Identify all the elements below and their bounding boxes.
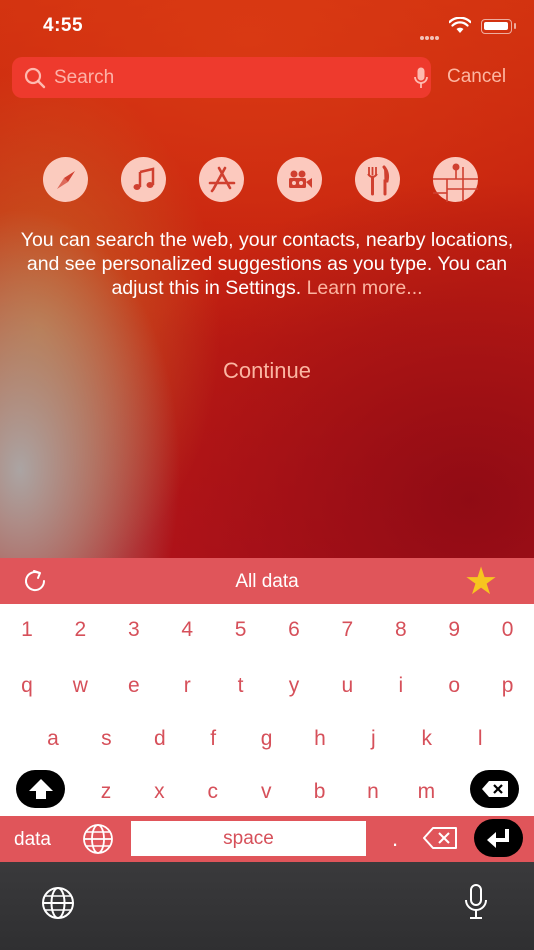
key-x[interactable]: x <box>139 780 179 804</box>
status-time: 4:55 <box>43 15 84 36</box>
microphone-icon[interactable] <box>414 67 428 89</box>
restaurant-icon[interactable] <box>355 157 400 202</box>
cellular-dots-icon <box>420 27 442 40</box>
return-arrow-icon <box>486 829 509 848</box>
key-g[interactable]: g <box>247 727 287 751</box>
key-r[interactable]: r <box>167 674 207 698</box>
key-d[interactable]: d <box>140 727 180 751</box>
delete-key-icon[interactable] <box>423 827 457 849</box>
key-9[interactable]: 9 <box>434 618 474 642</box>
search-icon <box>24 67 46 89</box>
space-key[interactable]: space <box>131 821 366 856</box>
key-8[interactable]: 8 <box>381 618 421 642</box>
status-bar: 4:55 <box>0 0 534 52</box>
return-key[interactable] <box>474 819 523 857</box>
keyboard-toolbar: All data ★ <box>0 558 534 604</box>
key-n[interactable]: n <box>353 780 393 804</box>
category-icons <box>43 157 493 203</box>
learn-more-link[interactable]: Learn more... <box>307 277 423 299</box>
search-input[interactable] <box>54 57 394 98</box>
key-a[interactable]: a <box>33 727 73 751</box>
key-5[interactable]: 5 <box>221 618 261 642</box>
key-u[interactable]: u <box>327 674 367 698</box>
key-e[interactable]: e <box>114 674 154 698</box>
star-icon[interactable]: ★ <box>464 563 498 601</box>
data-key[interactable]: data <box>14 829 51 851</box>
key-6[interactable]: 6 <box>274 618 314 642</box>
wifi-icon <box>449 17 471 33</box>
key-z[interactable]: z <box>86 780 126 804</box>
key-0[interactable]: 0 <box>488 618 528 642</box>
key-l[interactable]: l <box>460 727 500 751</box>
key-2[interactable]: 2 <box>60 618 100 642</box>
key-k[interactable]: k <box>407 727 447 751</box>
search-bar[interactable] <box>12 57 431 98</box>
intro-text: You can search the web, your contacts, n… <box>20 228 514 300</box>
key-v[interactable]: v <box>246 780 286 804</box>
keyboard-bottom-row: data space . <box>0 816 534 862</box>
key-1[interactable]: 1 <box>7 618 47 642</box>
battery-icon <box>481 19 516 34</box>
key-j[interactable]: j <box>353 727 393 751</box>
key-4[interactable]: 4 <box>167 618 207 642</box>
shift-arrow-icon <box>28 779 53 799</box>
globe-icon[interactable] <box>81 823 115 855</box>
video-camera-icon[interactable] <box>277 157 322 202</box>
key-7[interactable]: 7 <box>327 618 367 642</box>
key-s[interactable]: s <box>86 727 126 751</box>
dictation-microphone-icon[interactable] <box>463 884 489 920</box>
cancel-button[interactable]: Cancel <box>447 66 506 88</box>
key-3[interactable]: 3 <box>114 618 154 642</box>
safari-icon[interactable] <box>43 157 88 202</box>
key-h[interactable]: h <box>300 727 340 751</box>
period-key[interactable]: . <box>392 826 398 852</box>
key-c[interactable]: c <box>193 780 233 804</box>
key-b[interactable]: b <box>300 780 340 804</box>
keyboard-toolbar-title: All data <box>235 571 299 592</box>
key-m[interactable]: m <box>406 780 446 804</box>
music-icon[interactable] <box>121 157 166 202</box>
globe-icon[interactable] <box>38 886 78 920</box>
shift-key[interactable] <box>16 770 65 808</box>
system-keyboard-bar <box>0 862 534 950</box>
key-p[interactable]: p <box>488 674 528 698</box>
intro-description: You can search the web, your contacts, n… <box>20 229 514 299</box>
key-f[interactable]: f <box>193 727 233 751</box>
key-w[interactable]: w <box>60 674 100 698</box>
key-o[interactable]: o <box>434 674 474 698</box>
key-i[interactable]: i <box>381 674 421 698</box>
key-q[interactable]: q <box>7 674 47 698</box>
keyboard: 1234567890 qwertyuiop asdfghjkl zxcvbnm <box>0 604 534 816</box>
key-y[interactable]: y <box>274 674 314 698</box>
key-t[interactable]: t <box>221 674 261 698</box>
delete-icon <box>481 781 508 797</box>
app-store-icon[interactable] <box>199 157 244 202</box>
map-icon[interactable] <box>433 157 478 202</box>
backspace-key[interactable] <box>470 770 519 808</box>
continue-button[interactable]: Continue <box>0 358 534 384</box>
